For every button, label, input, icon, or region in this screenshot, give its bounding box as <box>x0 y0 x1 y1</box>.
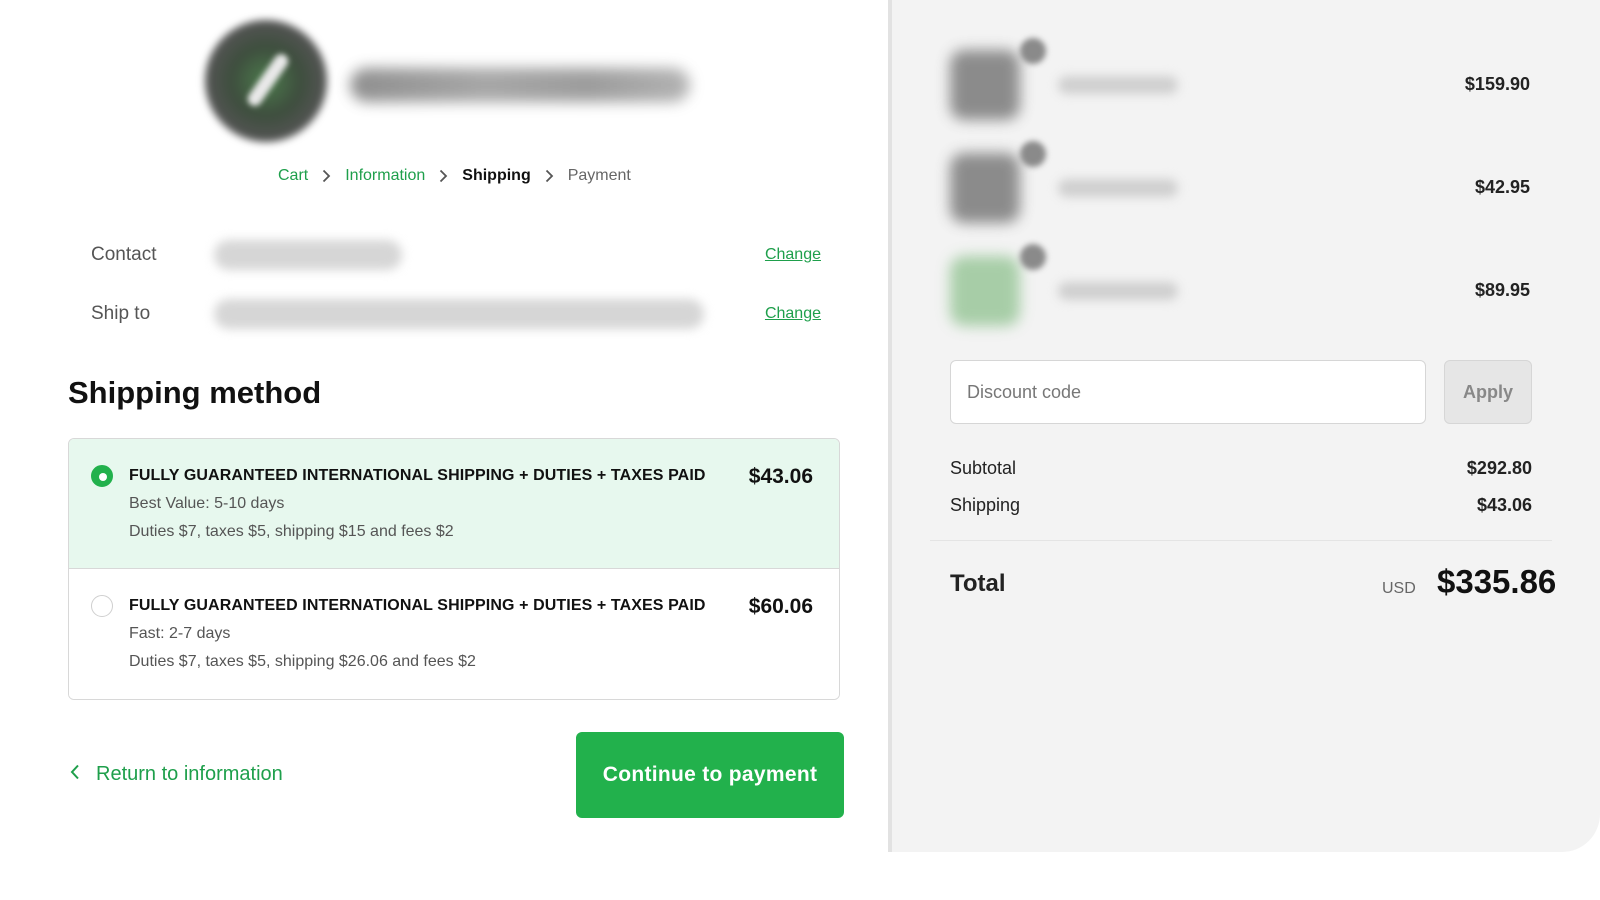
breadcrumb: Cart Information Shipping Payment <box>278 167 631 185</box>
shipping-value: $43.06 <box>1476 495 1532 515</box>
shipping-option-speed: Fast: 2-7 days <box>129 625 231 642</box>
change-contact-link[interactable]: Change <box>765 246 821 264</box>
breadcrumb-cart[interactable]: Cart <box>278 167 308 185</box>
radio-selected[interactable] <box>91 465 113 487</box>
contact-value-blurred <box>214 240 402 270</box>
breadcrumb-shipping: Shipping <box>462 167 531 184</box>
total-value: $335.86 <box>1437 563 1557 600</box>
ship-to-value-blurred <box>214 299 704 329</box>
shipping-option-price: $60.06 <box>748 595 813 618</box>
contact-row: Contact Change <box>91 235 821 275</box>
subtotal-label: Subtotal <box>950 458 1017 478</box>
change-ship-to-link[interactable]: Change <box>765 305 821 323</box>
continue-to-payment-button[interactable]: Continue to payment <box>576 732 844 818</box>
shipping-option-breakdown: Duties $7, taxes $5, shipping $26.06 and… <box>129 653 476 670</box>
shipping-label: Shipping <box>950 495 1021 515</box>
shipping-method-title: Shipping method <box>68 375 322 410</box>
discount-code-input[interactable] <box>950 360 1426 424</box>
shipping-option-fast[interactable]: FULLY GUARANTEED INTERNATIONAL SHIPPING … <box>69 569 839 699</box>
product-line-item: $42.95 <box>950 141 1530 233</box>
shipping-option-title: FULLY GUARANTEED INTERNATIONAL SHIPPING … <box>129 467 706 484</box>
shipping-option-breakdown: Duties $7, taxes $5, shipping $15 and fe… <box>129 523 454 540</box>
summary-divider <box>930 540 1552 541</box>
shipping-option-best-value[interactable]: FULLY GUARANTEED INTERNATIONAL SHIPPING … <box>69 439 839 569</box>
product-thumbnail-blurred <box>950 153 1020 223</box>
store-logo[interactable] <box>205 20 695 145</box>
shipping-options: FULLY GUARANTEED INTERNATIONAL SHIPPING … <box>68 438 840 700</box>
breadcrumb-payment: Payment <box>567 167 631 184</box>
product-name-blurred <box>1058 179 1178 197</box>
total-label: Total <box>950 570 1006 597</box>
product-price: $159.90 <box>1464 74 1530 94</box>
product-name-blurred <box>1058 282 1178 300</box>
shipping-option-speed: Best Value: 5-10 days <box>129 495 285 512</box>
contact-label: Contact <box>91 244 157 265</box>
chevron-right-icon <box>322 169 331 183</box>
shipping-option-price: $43.06 <box>748 465 813 488</box>
chevron-right-icon <box>439 169 448 183</box>
product-line-item: $89.95 <box>950 244 1530 336</box>
ship-to-label: Ship to <box>91 303 151 324</box>
product-name-blurred <box>1058 76 1178 94</box>
product-thumbnail-blurred <box>950 50 1020 120</box>
subtotal-value: $292.80 <box>1466 458 1532 478</box>
product-price: $42.95 <box>1474 177 1530 197</box>
order-summary: $159.90 $42.95 $89.95 Apply Subtotal $29… <box>892 0 1600 852</box>
ship-to-row: Ship to Change <box>91 294 821 334</box>
currency-code: USD <box>1382 580 1416 597</box>
chevron-left-icon <box>70 763 96 786</box>
shipping-option-title: FULLY GUARANTEED INTERNATIONAL SHIPPING … <box>129 597 706 614</box>
quantity-badge-blurred <box>1020 141 1046 167</box>
product-thumbnail-blurred <box>950 256 1020 326</box>
chevron-right-icon <box>545 169 554 183</box>
store-name-blurred <box>350 68 690 102</box>
breadcrumb-information[interactable]: Information <box>345 167 425 185</box>
quantity-badge-blurred <box>1020 38 1046 64</box>
product-line-item: $159.90 <box>950 38 1530 130</box>
radio-unselected[interactable] <box>91 595 113 617</box>
return-label: Return to information <box>96 763 283 785</box>
product-price: $89.95 <box>1474 280 1530 300</box>
return-to-information-link[interactable]: Return to information <box>70 763 283 786</box>
quantity-badge-blurred <box>1020 244 1046 270</box>
apply-discount-button[interactable]: Apply <box>1444 360 1532 424</box>
